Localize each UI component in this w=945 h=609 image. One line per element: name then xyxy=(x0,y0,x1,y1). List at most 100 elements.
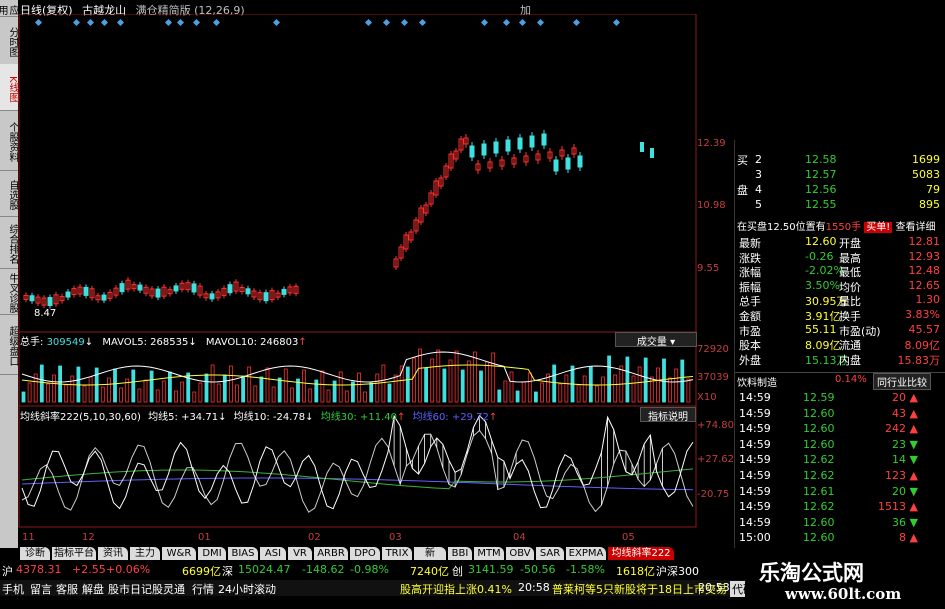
indicator-tab[interactable]: 主力 xyxy=(130,547,160,560)
ind-tick-3: -20.75 xyxy=(697,489,730,500)
sidebar-tab-6[interactable]: 牛叉诊股 xyxy=(0,268,18,315)
tick-price: 12.61 xyxy=(803,484,835,498)
volume-label: 总手 xyxy=(20,337,40,348)
volume-bar xyxy=(546,373,550,403)
signal-marker xyxy=(518,18,527,27)
indicator-tab[interactable]: EXPMA xyxy=(566,547,606,560)
candle-body xyxy=(119,283,125,293)
volume-bar xyxy=(265,367,270,403)
tick-price: 12.59 xyxy=(803,391,835,404)
candle-body xyxy=(191,283,197,293)
status-menu-item[interactable]: 股灵通 xyxy=(152,581,185,597)
tick-volume: 1513 xyxy=(878,500,906,514)
buy-level-row[interactable]: 2 12.58 1699 xyxy=(735,152,945,168)
stat-cell: 内盘 xyxy=(839,353,861,367)
tick-price: 12.62 xyxy=(803,469,835,482)
sidebar-tab-2[interactable]: K线图 xyxy=(0,64,18,111)
sh-pct: +0.06% xyxy=(106,563,151,576)
volume-bar xyxy=(515,390,520,403)
volume-bar xyxy=(656,367,660,403)
indicator-tab[interactable]: DMI xyxy=(198,547,226,560)
level-price: 12.58 xyxy=(805,153,837,166)
candle-body xyxy=(47,296,53,306)
sh-amount: 6699亿 xyxy=(182,565,221,578)
sidebar-tab-5[interactable]: 综合排名 xyxy=(0,216,18,269)
indicator-tab[interactable]: VR xyxy=(288,547,312,560)
status-menu-item[interactable]: 行情 xyxy=(192,581,214,597)
buy-level-row[interactable]: 5 12.55 895 xyxy=(735,197,945,213)
volume-bar xyxy=(540,382,544,403)
candle-body xyxy=(137,284,143,291)
notice-detail-link[interactable]: 查看详细 xyxy=(895,222,935,233)
status-menu-item[interactable]: 解盘 xyxy=(82,581,104,597)
tick-volume: 20 xyxy=(892,484,906,498)
volume-bar xyxy=(448,359,453,403)
sidebar-tab-7[interactable]: 超级盘口 xyxy=(0,314,18,375)
candle-body xyxy=(577,155,583,168)
signal-marker xyxy=(34,18,43,27)
volume-dropdown-label: 成交量 xyxy=(636,337,667,348)
sz-change: -148.62 xyxy=(302,563,345,576)
news-time-1: 20:58 xyxy=(518,581,550,594)
indicator-tab[interactable]: 诊断 xyxy=(20,547,50,560)
sz-index: 15024.47 xyxy=(238,563,291,576)
indicator-tab[interactable]: 指标平台 xyxy=(52,547,96,560)
buy-level-row[interactable]: 4 12.56 79 xyxy=(735,182,945,198)
volume-bar xyxy=(289,387,294,403)
sidebar-tab-4[interactable]: 自选股 xyxy=(0,170,18,217)
volume-bar xyxy=(228,365,233,403)
stat-cell: 3.50% xyxy=(805,278,840,292)
candle-body xyxy=(209,293,215,300)
indicator-tab[interactable]: BIAS xyxy=(228,547,258,560)
indicator-tab[interactable]: ARBR xyxy=(314,547,348,560)
sidebar-tab-3[interactable]: 个股资料 xyxy=(0,110,18,171)
status-menu-item[interactable]: 客服 xyxy=(56,581,78,597)
volume-bar xyxy=(430,358,435,403)
volume-dropdown[interactable]: 成交量 ▾ xyxy=(615,332,697,348)
arrow-up-icon: ▲ xyxy=(909,500,918,514)
tick-price: 12.60 xyxy=(803,515,835,529)
indicator-tab[interactable]: 均线斜率222 xyxy=(608,547,674,560)
status-menu-item[interactable]: 手机 xyxy=(2,581,24,597)
volume-total: 309549 xyxy=(46,337,85,348)
indicator-tab[interactable]: W&R xyxy=(162,547,196,560)
status-menu-item[interactable]: 股市日记 xyxy=(108,581,152,597)
signal-marker xyxy=(418,18,427,27)
status-menu-item[interactable]: 24小时滚动 xyxy=(218,581,276,597)
level-index: 2 xyxy=(755,153,762,166)
tick-price: 12.60 xyxy=(803,437,835,451)
volume-bar xyxy=(277,377,282,403)
tick-time: 14:59 xyxy=(739,453,771,467)
buy-level-row[interactable]: 3 12.57 5083 xyxy=(735,167,945,183)
candle-body xyxy=(553,159,559,172)
notice-buy-button[interactable]: 买单! xyxy=(864,222,893,233)
sidebar-tab-0[interactable]: 应用 xyxy=(0,0,18,17)
volume-bar xyxy=(21,391,26,403)
status-menu-item[interactable]: 留言 xyxy=(30,581,52,597)
level-index: 3 xyxy=(755,168,762,181)
sidebar-tab-1[interactable]: 分时图 xyxy=(0,16,18,65)
indicator-tab[interactable]: TRIX xyxy=(382,547,412,560)
stat-cell: -0.26 xyxy=(805,249,834,263)
indicator-tab[interactable]: 新DMA xyxy=(414,547,446,572)
indicator-help-button[interactable]: 指标说明 xyxy=(640,407,696,423)
sector-compare-button[interactable]: 同行业比较 xyxy=(873,373,931,390)
indicator-tab[interactable]: SAR xyxy=(536,547,564,560)
stat-cell: 外盘 xyxy=(739,353,761,367)
notice-text: 在买盘12.50位置有 xyxy=(737,222,826,233)
candle-body xyxy=(173,285,179,292)
x-axis-label: 12 xyxy=(82,532,95,543)
indicator-tab[interactable]: MTM xyxy=(474,547,504,560)
volume-bar xyxy=(259,376,264,403)
news-ticker-1[interactable]: 股高开迎指上涨0.41% xyxy=(400,581,512,597)
indicator-tab[interactable]: 资讯 xyxy=(98,547,128,560)
volume-bar xyxy=(149,370,154,403)
sector-name[interactable]: 饮料制造 xyxy=(737,374,777,389)
indicator-tab[interactable]: BBI xyxy=(448,547,472,560)
chart-area[interactable] xyxy=(18,14,734,544)
volume-bar xyxy=(235,384,239,403)
indicator-tab[interactable]: DPO xyxy=(350,547,380,560)
indicator-tab[interactable]: OBV xyxy=(506,547,534,560)
indicator-tab[interactable]: ASI xyxy=(260,547,286,560)
signal-marker xyxy=(400,18,409,27)
